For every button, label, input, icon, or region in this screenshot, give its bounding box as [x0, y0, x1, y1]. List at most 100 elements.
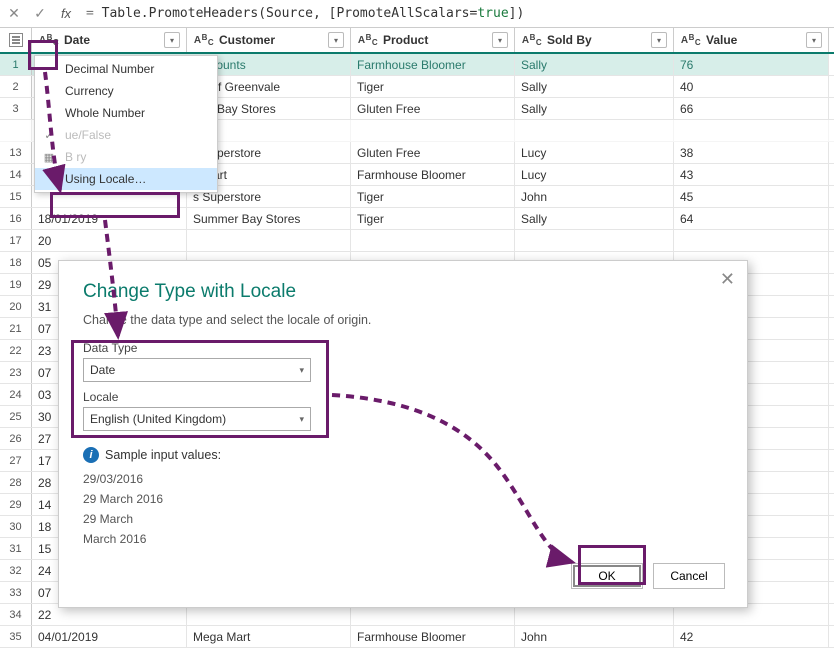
row-number[interactable]: 23 [0, 362, 32, 383]
column-header-soldby[interactable]: ABC Sold By ▾ [515, 28, 674, 52]
row-number[interactable]: 20 [0, 296, 32, 317]
row-number[interactable]: 33 [0, 582, 32, 603]
row-number[interactable]: 28 [0, 472, 32, 493]
row-number[interactable]: 13 [0, 142, 32, 163]
datatype-icon[interactable]: ABC [521, 31, 543, 49]
datatype-icon[interactable]: ABC [38, 31, 60, 49]
table-row[interactable]: 1618/01/2019Summer Bay StoresTigerSally6… [0, 208, 834, 230]
row-number[interactable]: 32 [0, 560, 32, 581]
cell-soldby[interactable] [515, 230, 674, 251]
column-header-customer[interactable]: ABC Customer ▾ [187, 28, 351, 52]
cell-product[interactable]: Farmhouse Bloomer [351, 164, 515, 185]
cell-product[interactable]: Tiger [351, 208, 515, 229]
cell-soldby[interactable]: Lucy [515, 164, 674, 185]
table-row[interactable]: 1720 [0, 230, 834, 252]
cell-value[interactable]: 43 [674, 164, 829, 185]
cell-product[interactable]: Tiger [351, 76, 515, 97]
menu-item-label: Decimal Number [65, 62, 154, 76]
close-icon[interactable]: ✕ [720, 269, 735, 290]
cell-value[interactable] [674, 120, 829, 141]
cell-date[interactable]: 18/01/2019 [32, 208, 187, 229]
row-number[interactable]: 30 [0, 516, 32, 537]
row-number[interactable]: 16 [0, 208, 32, 229]
datatype-icon[interactable]: ABC [193, 31, 215, 49]
fx-icon[interactable]: fx [56, 4, 76, 24]
cell-value[interactable]: 45 [674, 186, 829, 207]
context-menu-item[interactable]: Currency [35, 80, 217, 102]
cell-product[interactable]: Gluten Free [351, 98, 515, 119]
row-number[interactable]: 21 [0, 318, 32, 339]
row-number[interactable]: 15 [0, 186, 32, 207]
cell-soldby[interactable]: Sally [515, 54, 674, 75]
cell-value[interactable]: 42 [674, 626, 829, 647]
datatype-icon[interactable]: ABC [357, 31, 379, 49]
cell-customer[interactable] [187, 230, 351, 251]
cell-product[interactable] [351, 230, 515, 251]
menu-item-icon [41, 171, 57, 187]
datatype-dropdown[interactable]: Date ▾ [83, 358, 311, 382]
cell-date[interactable]: 04/01/2019 [32, 626, 187, 647]
cell-value[interactable]: 64 [674, 208, 829, 229]
row-number[interactable]: 24 [0, 384, 32, 405]
table-row[interactable]: 3504/01/2019Mega MartFarmhouse BloomerJo… [0, 626, 834, 648]
ok-button[interactable]: OK [571, 563, 643, 589]
cell-value[interactable]: 66 [674, 98, 829, 119]
cell-product[interactable]: Gluten Free [351, 142, 515, 163]
cell-value[interactable] [674, 230, 829, 251]
cell-customer[interactable]: Summer Bay Stores [187, 208, 351, 229]
cell-product[interactable]: Farmhouse Bloomer [351, 626, 515, 647]
cell-date[interactable]: 20 [32, 230, 187, 251]
locale-label: Locale [83, 390, 723, 404]
row-number[interactable]: 26 [0, 428, 32, 449]
row-number[interactable]: 19 [0, 274, 32, 295]
column-dropdown-icon[interactable]: ▾ [328, 32, 344, 48]
row-number[interactable]: 17 [0, 230, 32, 251]
column-dropdown-icon[interactable]: ▾ [492, 32, 508, 48]
cell-soldby[interactable]: Sally [515, 208, 674, 229]
cell-customer[interactable]: Mega Mart [187, 626, 351, 647]
cell-soldby[interactable]: Sally [515, 98, 674, 119]
column-dropdown-icon[interactable]: ▾ [806, 32, 822, 48]
row-number[interactable]: 3 [0, 98, 32, 119]
row-number[interactable] [0, 120, 32, 141]
cell-product[interactable]: Farmhouse Bloomer [351, 54, 515, 75]
cell-product[interactable]: Tiger [351, 186, 515, 207]
datatype-icon[interactable]: ABC [680, 31, 702, 49]
context-menu-item[interactable]: Using Locale… [35, 168, 217, 190]
context-menu-item[interactable]: ▦B ry [35, 146, 217, 168]
cell-value[interactable]: 38 [674, 142, 829, 163]
row-number[interactable]: 22 [0, 340, 32, 361]
cell-soldby[interactable]: Sally [515, 76, 674, 97]
cell-value[interactable]: 40 [674, 76, 829, 97]
row-number[interactable]: 25 [0, 406, 32, 427]
cell-value[interactable]: 76 [674, 54, 829, 75]
formula-cancel-icon[interactable]: ✕ [4, 4, 24, 24]
column-dropdown-icon[interactable]: ▾ [651, 32, 667, 48]
cancel-button[interactable]: Cancel [653, 563, 725, 589]
row-number[interactable]: 2 [0, 76, 32, 97]
row-number[interactable]: 29 [0, 494, 32, 515]
column-dropdown-icon[interactable]: ▾ [164, 32, 180, 48]
formula-accept-icon[interactable]: ✓ [30, 4, 50, 24]
cell-soldby[interactable]: Lucy [515, 142, 674, 163]
row-number[interactable]: 31 [0, 538, 32, 559]
formula-text[interactable]: = Table.PromoteHeaders(Source, [PromoteA… [82, 6, 834, 21]
row-number[interactable]: 14 [0, 164, 32, 185]
context-menu-item[interactable]: Decimal Number [35, 58, 217, 80]
row-number[interactable]: 27 [0, 450, 32, 471]
column-header-product[interactable]: ABC Product ▾ [351, 28, 515, 52]
context-menu-item[interactable]: Whole Number [35, 102, 217, 124]
row-number[interactable]: 1 [0, 54, 32, 75]
row-number[interactable]: 35 [0, 626, 32, 647]
row-gutter-header[interactable] [0, 28, 32, 52]
locale-dropdown[interactable]: English (United Kingdom) ▾ [83, 407, 311, 431]
cell-soldby[interactable]: John [515, 186, 674, 207]
cell-soldby[interactable] [515, 120, 674, 141]
row-number[interactable]: 18 [0, 252, 32, 273]
cell-soldby[interactable]: John [515, 626, 674, 647]
context-menu-item[interactable]: ✓ue/False [35, 124, 217, 146]
cell-product[interactable] [351, 120, 515, 141]
column-header-date[interactable]: ABC Date ▾ [32, 28, 187, 52]
column-header-value[interactable]: ABC Value ▾ [674, 28, 829, 52]
row-number[interactable]: 34 [0, 604, 32, 625]
